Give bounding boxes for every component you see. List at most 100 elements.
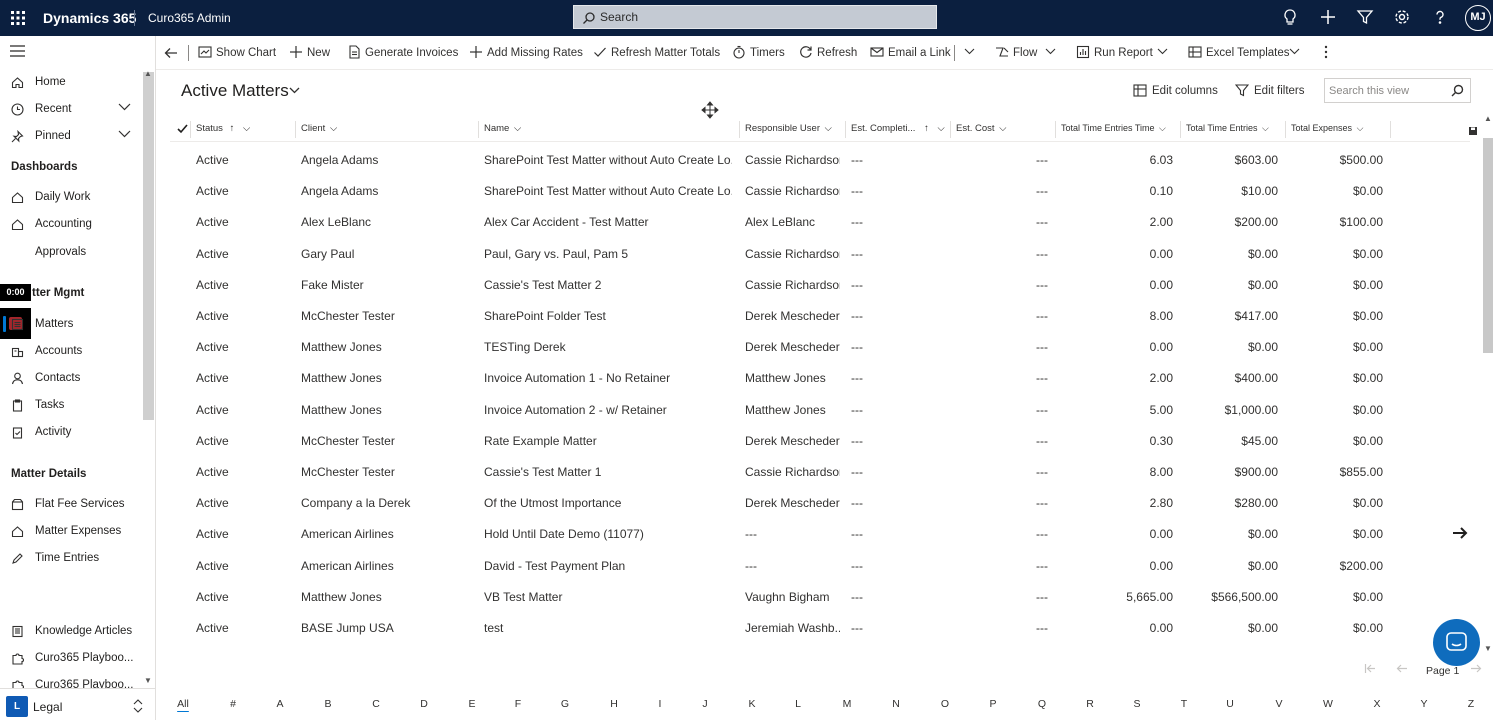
user-avatar[interactable]: MJ xyxy=(1465,5,1491,31)
cell-client-link[interactable]: Alex LeBlanc xyxy=(301,215,476,229)
jump-letter-c[interactable]: C xyxy=(366,698,386,710)
chevron-down-icon[interactable] xyxy=(118,103,131,111)
jump-letter-h[interactable]: H xyxy=(604,698,624,710)
column-header-name[interactable]: Name ⌵ xyxy=(484,123,521,134)
jump-letter-l[interactable]: L xyxy=(788,698,808,710)
cell-responsible-user-link[interactable]: Vaughn Bigham xyxy=(745,590,840,604)
cell-name-link[interactable]: TESTing Derek xyxy=(484,340,732,354)
cell-name-link[interactable]: Cassie's Test Matter 3 xyxy=(484,652,732,654)
view-search-box[interactable] xyxy=(1324,78,1471,103)
plus-icon[interactable] xyxy=(1319,8,1339,28)
cell-name-link[interactable]: Invoice Automation 1 - No Retainer xyxy=(484,371,732,385)
excel-templates-dropdown-chevron-icon[interactable] xyxy=(1289,48,1300,55)
global-search-input[interactable] xyxy=(600,9,930,25)
cell-responsible-user-link[interactable]: Cassie Richardson xyxy=(745,247,840,261)
table-row[interactable]: Active Alex LeBlanc Alex Car Accident - … xyxy=(170,206,1470,237)
cell-client-link[interactable]: Matthew Jones xyxy=(301,590,476,604)
scroll-down-arrow-icon[interactable]: ▼ xyxy=(144,676,152,685)
sidebar-item-contacts[interactable]: Contacts xyxy=(0,366,140,390)
chevron-down-icon[interactable] xyxy=(118,130,131,138)
jump-letter-k[interactable]: K xyxy=(742,698,762,710)
first-page-icon[interactable] xyxy=(1364,663,1376,674)
column-header-total-time-entries-time[interactable]: Total Time Entries Time ⌵ xyxy=(1061,123,1166,134)
cell-name-link[interactable]: Cassie's Test Matter 2 xyxy=(484,278,732,292)
sidebar-item-home[interactable]: Home xyxy=(0,70,140,94)
jump-letter-z[interactable]: Z xyxy=(1461,698,1481,710)
save-icon[interactable] xyxy=(1468,126,1478,136)
table-row[interactable]: Active Angela Adams SharePoint Test Matt… xyxy=(170,144,1470,175)
view-search-input[interactable] xyxy=(1329,83,1444,98)
global-search-box[interactable] xyxy=(573,5,937,29)
jump-letter-q[interactable]: Q xyxy=(1032,698,1052,710)
cell-responsible-user-link[interactable]: Jeremiah Washb... xyxy=(745,621,840,635)
app-launcher-waffle-icon[interactable] xyxy=(9,9,27,27)
run-report-dropdown-chevron-icon[interactable] xyxy=(1157,48,1168,55)
cell-client-link[interactable]: Gary Paul xyxy=(301,247,476,261)
cell-name-link[interactable]: Cassie's Test Matter 1 xyxy=(484,465,732,479)
cell-client-link[interactable]: McChester Tester xyxy=(301,465,476,479)
cell-client-link[interactable]: Test Contact 2 xyxy=(301,652,476,654)
cell-client-link[interactable]: Fake Mister xyxy=(301,278,476,292)
cell-name-link[interactable]: Of the Utmost Importance xyxy=(484,496,732,510)
cell-responsible-user-link[interactable]: Cassie Richardson xyxy=(745,184,840,198)
timer-display[interactable]: 0:00 xyxy=(0,284,31,301)
table-row[interactable]: Active Matthew Jones Invoice Automation … xyxy=(170,394,1470,425)
cell-responsible-user-link[interactable]: Cassie Richardson xyxy=(745,465,840,479)
sidebar-item-pinned[interactable]: Pinned xyxy=(0,124,140,148)
cell-name-link[interactable]: test xyxy=(484,621,732,635)
sidebar-item-activity[interactable]: Activity xyxy=(0,420,140,444)
column-header-total-expenses[interactable]: Total Expenses ⌵ xyxy=(1291,123,1363,134)
sidebar-item-accounting[interactable]: Accounting xyxy=(0,212,140,236)
cell-responsible-user-link[interactable]: Derek Mescheder xyxy=(745,434,840,448)
cell-responsible-user-link[interactable]: Matthew Jones xyxy=(745,403,840,417)
jump-letter-p[interactable]: P xyxy=(983,698,1003,710)
table-row[interactable]: Active McChester Tester Cassie's Test Ma… xyxy=(170,456,1470,487)
sidebar-item-playbook-2[interactable]: Curo365 Playboo... xyxy=(0,673,140,688)
cell-name-link[interactable]: Paul, Gary vs. Paul, Pam 5 xyxy=(484,247,732,261)
jump-letter-x[interactable]: X xyxy=(1367,698,1387,710)
table-row[interactable]: Active Matthew Jones Invoice Automation … xyxy=(170,362,1470,393)
search-icon[interactable] xyxy=(1451,84,1464,97)
cell-client-link[interactable]: Company a la Derek xyxy=(301,496,476,510)
sidebar-item-matter-expenses[interactable]: Matter Expenses xyxy=(0,519,140,543)
cell-responsible-user-link[interactable]: Cassie Richardson xyxy=(745,278,840,292)
cell-name-link[interactable]: Hold Until Date Demo (11077) xyxy=(484,527,732,541)
table-row[interactable]: Active Matthew Jones TESTing Derek Derek… xyxy=(170,331,1470,362)
cell-responsible-user-link[interactable]: Alex LeBlanc xyxy=(745,215,840,229)
brand-title[interactable]: Dynamics 365 xyxy=(43,10,136,26)
cell-client-link[interactable]: Matthew Jones xyxy=(301,371,476,385)
help-icon[interactable] xyxy=(1431,8,1451,28)
column-header-total-time-entries[interactable]: Total Time Entries ⌵ xyxy=(1186,123,1269,134)
jump-letter-m[interactable]: M xyxy=(837,698,857,710)
cell-responsible-user-link[interactable]: Derek Mescheder xyxy=(745,309,840,323)
jump-letter-y[interactable]: Y xyxy=(1414,698,1434,710)
jump-letter-o[interactable]: O xyxy=(935,698,955,710)
sidebar-item-tasks[interactable]: Tasks xyxy=(0,393,140,417)
jump-letter-e[interactable]: E xyxy=(462,698,482,710)
cell-name-link[interactable]: David - Test Payment Plan xyxy=(484,559,732,573)
cell-name-link[interactable]: SharePoint Test Matter without Auto Crea… xyxy=(484,153,732,167)
cell-client-link[interactable]: American Airlines xyxy=(301,527,476,541)
email-link-dropdown-chevron-icon[interactable] xyxy=(964,48,975,55)
sidebar-item-accounts[interactable]: Accounts xyxy=(0,339,140,363)
flow-dropdown-chevron-icon[interactable] xyxy=(1045,48,1056,55)
cell-responsible-user-link[interactable]: --- xyxy=(745,559,840,573)
filter-icon[interactable] xyxy=(1356,8,1376,28)
jump-letter-d[interactable]: D xyxy=(414,698,434,710)
cell-responsible-user-link[interactable]: --- xyxy=(745,527,840,541)
cell-name-link[interactable]: Invoice Automation 2 - w/ Retainer xyxy=(484,403,732,417)
settings-gear-icon[interactable] xyxy=(1393,8,1413,28)
jump-letter-g[interactable]: G xyxy=(555,698,575,710)
jump-letter-s[interactable]: S xyxy=(1127,698,1147,710)
cell-name-link[interactable]: SharePoint Folder Test xyxy=(484,309,732,323)
cell-name-link[interactable]: VB Test Matter xyxy=(484,590,732,604)
select-all-checkmark-icon[interactable] xyxy=(177,124,188,134)
table-row[interactable]: Active Test Contact 2 Cassie's Test Matt… xyxy=(170,643,1470,654)
lightbulb-icon[interactable] xyxy=(1281,8,1301,28)
area-switcher[interactable]: L Legal xyxy=(0,688,156,720)
cell-client-link[interactable]: Matthew Jones xyxy=(301,403,476,417)
column-header-status[interactable]: Status ↑ ⌵ xyxy=(196,123,250,134)
scroll-down-arrow-icon[interactable]: ▼ xyxy=(1484,644,1492,653)
app-name[interactable]: Curo365 Admin xyxy=(148,11,231,25)
view-selector-title[interactable]: Active Matters xyxy=(181,81,289,101)
